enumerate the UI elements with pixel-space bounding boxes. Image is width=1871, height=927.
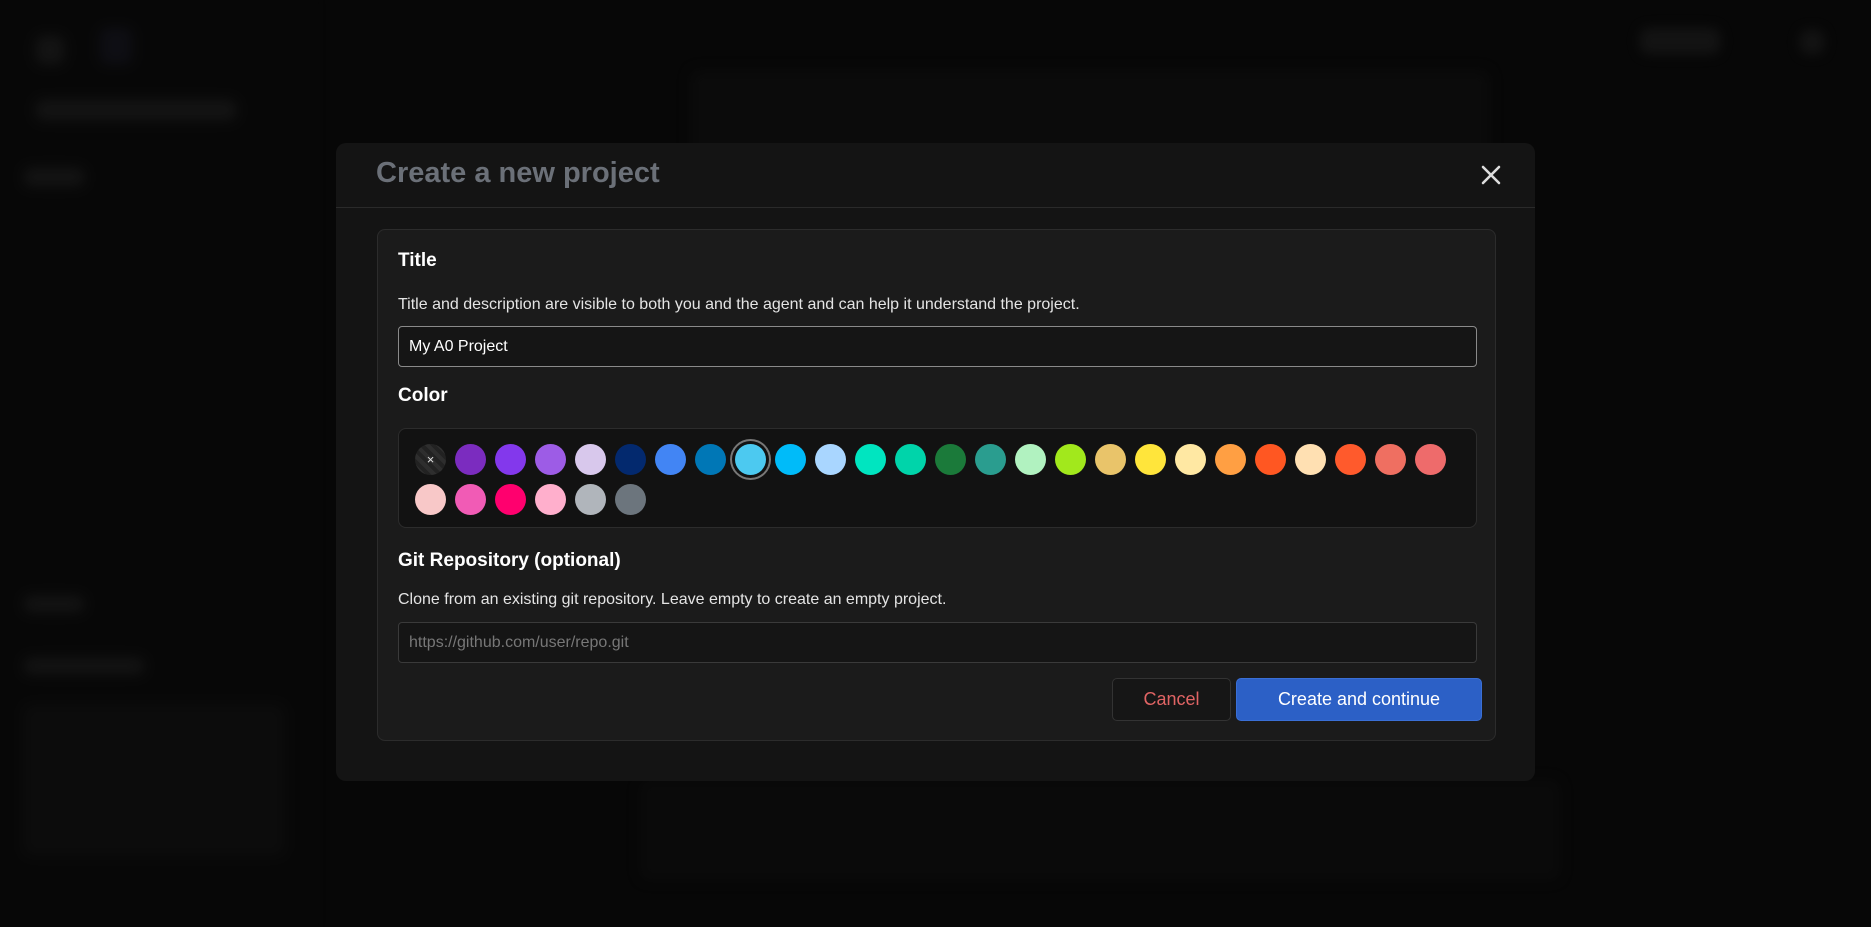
title-input[interactable] — [398, 326, 1477, 367]
color-swatch[interactable] — [735, 444, 766, 475]
git-repository-label: Git Repository (optional) — [398, 550, 621, 571]
color-swatch[interactable] — [855, 444, 886, 475]
color-swatch[interactable] — [1215, 444, 1246, 475]
project-form: Title Title and description are visible … — [377, 229, 1496, 741]
color-swatch[interactable] — [415, 484, 446, 515]
color-swatch[interactable] — [575, 444, 606, 475]
color-swatch[interactable] — [1175, 444, 1206, 475]
color-swatch[interactable] — [535, 484, 566, 515]
color-swatch[interactable] — [895, 444, 926, 475]
color-swatch[interactable] — [455, 484, 486, 515]
color-swatch[interactable] — [615, 444, 646, 475]
color-swatch[interactable] — [975, 444, 1006, 475]
dialog-title: Create a new project — [376, 157, 660, 189]
create-and-continue-button[interactable]: Create and continue — [1236, 678, 1482, 721]
dialog-header: Create a new project — [336, 143, 1535, 208]
color-swatch[interactable] — [815, 444, 846, 475]
color-swatch[interactable] — [495, 444, 526, 475]
title-label: Title — [398, 250, 437, 271]
color-swatch[interactable] — [1255, 444, 1286, 475]
color-swatch[interactable] — [1015, 444, 1046, 475]
color-swatch[interactable] — [1135, 444, 1166, 475]
title-description: Title and description are visible to bot… — [398, 296, 1080, 313]
color-swatch[interactable] — [455, 444, 486, 475]
git-repository-description: Clone from an existing git repository. L… — [398, 591, 947, 608]
color-swatch[interactable] — [495, 484, 526, 515]
color-swatch[interactable] — [695, 444, 726, 475]
color-swatch[interactable] — [1335, 444, 1366, 475]
color-swatch[interactable] — [1055, 444, 1086, 475]
color-swatch[interactable] — [1295, 444, 1326, 475]
create-project-dialog: Create a new project Title Title and des… — [336, 143, 1535, 781]
color-label: Color — [398, 385, 448, 406]
color-swatch[interactable] — [655, 444, 686, 475]
color-swatch[interactable] — [535, 444, 566, 475]
color-picker: × — [398, 428, 1477, 528]
color-swatch[interactable] — [575, 484, 606, 515]
color-swatch[interactable] — [1415, 444, 1446, 475]
color-swatch[interactable] — [775, 444, 806, 475]
color-swatch[interactable] — [1095, 444, 1126, 475]
color-swatch[interactable] — [935, 444, 966, 475]
cancel-button[interactable]: Cancel — [1112, 678, 1231, 721]
color-swatch[interactable] — [615, 484, 646, 515]
color-swatch[interactable] — [1375, 444, 1406, 475]
close-icon[interactable] — [1477, 161, 1505, 189]
git-repository-input[interactable] — [398, 622, 1477, 663]
no-color-swatch[interactable]: × — [415, 444, 446, 475]
